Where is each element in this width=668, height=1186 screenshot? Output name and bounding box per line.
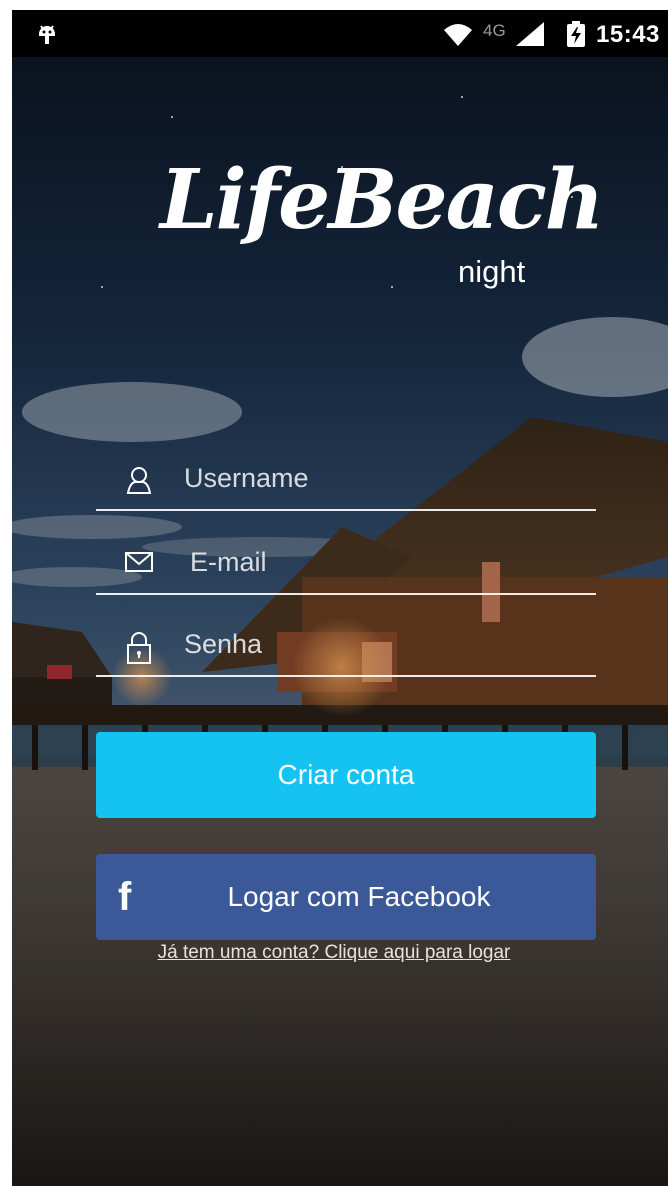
email-placeholder: E-mail [190, 547, 267, 577]
signal-icon [516, 22, 544, 51]
battery-charging-icon [567, 21, 585, 52]
facebook-login-button[interactable]: f Logar com Facebook [96, 854, 596, 940]
login-link[interactable]: Já tem uma conta? Clique aqui para logar [12, 942, 668, 964]
mail-icon [124, 549, 154, 580]
logo-title: LifeBeach [160, 152, 604, 248]
create-account-button[interactable]: Criar conta [96, 732, 596, 818]
facebook-login-label: Logar com Facebook [227, 881, 491, 912]
status-clock: 15:43 [596, 21, 660, 48]
username-field[interactable]: Username [96, 447, 596, 511]
password-placeholder: Senha [184, 629, 263, 659]
logo-subtitle: night [458, 254, 526, 289]
wifi-icon [444, 24, 472, 51]
lock-icon [124, 631, 154, 670]
network-type-label: 4G [483, 21, 506, 40]
username-placeholder: Username [184, 463, 309, 493]
android-icon [36, 22, 58, 51]
user-icon [124, 465, 154, 500]
status-bar: 4G 15:43 [12, 10, 668, 57]
password-field[interactable]: Senha [96, 613, 596, 677]
email-field[interactable]: E-mail [96, 531, 596, 595]
phone-screen: 4G 15:43 LifeBeach night Username E-mail… [12, 10, 668, 1186]
logo: LifeBeach night [12, 152, 668, 352]
background-scene: LifeBeach night Username E-mail Senha Cr… [12, 57, 668, 1186]
